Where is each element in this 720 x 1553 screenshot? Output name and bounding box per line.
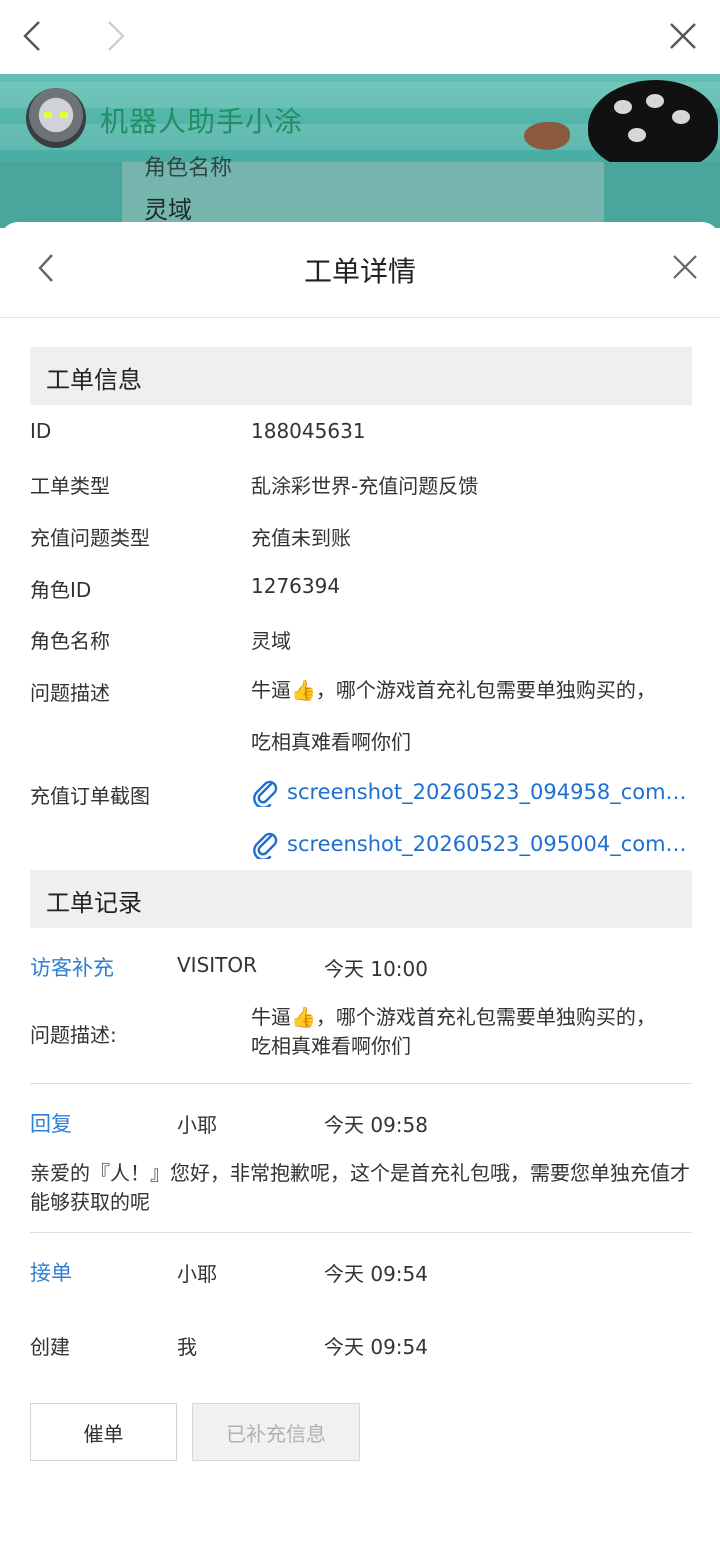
background-page: 角色名称 灵域 — [0, 156, 720, 228]
background-value: 灵域 — [144, 196, 192, 224]
record-author: 小耶 — [177, 1113, 217, 1137]
sheet-header: 工单详情 — [0, 222, 720, 318]
chat-banner: 机器人助手小涂 — [0, 74, 720, 162]
issue-description-label: 问题描述 — [30, 681, 110, 705]
attachment-link-1[interactable]: screenshot_20260523_094958_com.b... — [251, 775, 691, 809]
record-action-accept: 接单 — [30, 1261, 72, 1285]
attachment-name: screenshot_20260523_094958_com.b... — [287, 780, 691, 804]
background-label: 角色名称 — [144, 156, 233, 181]
reply-message: 亲爱的『人！』您好，非常抱歉呢，这个是首充礼包哦，需要您单独充值才能够获取的呢 — [30, 1161, 690, 1214]
attachment-link-2[interactable]: screenshot_20260523_095004_com.b... — [251, 827, 691, 861]
attachment-name: screenshot_20260523_095004_com.b... — [287, 832, 691, 856]
close-icon[interactable] — [665, 18, 701, 54]
record-action-visitor-supplement: 访客补充 — [30, 956, 114, 980]
record-description-label: 问题描述: — [30, 1023, 117, 1047]
recharge-issue-type-label: 充值问题类型 — [30, 526, 150, 550]
divider — [30, 1232, 692, 1233]
record-description-value: 牛逼👍，哪个游戏首充礼包需要单独购买的，吃相真难看啊你们 — [251, 1005, 656, 1058]
role-id-label: 角色ID — [30, 578, 92, 602]
close-icon — [673, 255, 697, 279]
divider — [30, 1083, 692, 1084]
paperclip-icon — [253, 832, 278, 859]
robot-avatar — [26, 88, 86, 148]
recharge-issue-type-value: 充值未到账 — [251, 526, 351, 550]
sheet-title: 工单详情 — [303, 255, 416, 288]
raccoon-mascot-icon — [524, 122, 570, 150]
browser-toolbar — [0, 0, 720, 74]
ticket-type-value: 乱涂彩世界-充值问题反馈 — [251, 474, 479, 498]
role-name-label: 角色名称 — [30, 629, 110, 653]
role-id-value: 1276394 — [251, 574, 341, 598]
record-author: 我 — [177, 1335, 197, 1359]
paperclip-icon — [253, 780, 278, 807]
id-value: 188045631 — [251, 419, 366, 443]
chevron-right-icon[interactable] — [98, 18, 134, 54]
order-screenshot-label: 充值订单截图 — [30, 784, 150, 808]
ticket-info-heading: 工单信息 — [30, 347, 692, 405]
role-name-value: 灵域 — [251, 629, 291, 653]
ticket-type-label: 工单类型 — [30, 474, 110, 498]
info-supplemented-button[interactable]: 已补充信息 — [192, 1403, 360, 1461]
close-button[interactable] — [666, 248, 704, 286]
record-action-reply: 回复 — [30, 1112, 72, 1136]
ticket-records-heading: 工单记录 — [30, 870, 692, 928]
ticket-detail-sheet: 工单详情 工单信息 ID 188045631 工单类型 乱涂彩世界-充值问题反馈… — [0, 222, 720, 1553]
record-time: 今天 09:54 — [324, 1335, 428, 1359]
banner-title: 机器人助手小涂 — [100, 105, 304, 138]
chevron-left-icon[interactable] — [14, 18, 50, 54]
record-action-create: 创建 — [30, 1335, 70, 1359]
urge-button[interactable]: 催单 — [30, 1403, 177, 1461]
record-time: 今天 09:58 — [324, 1113, 428, 1137]
id-label: ID — [30, 419, 52, 443]
record-time: 今天 10:00 — [324, 957, 428, 981]
record-author: 小耶 — [177, 1262, 217, 1286]
record-time: 今天 09:54 — [324, 1262, 428, 1286]
record-author: VISITOR — [177, 953, 258, 977]
issue-description-value: 牛逼👍，哪个游戏首充礼包需要单独购买的，吃相真难看啊你们 — [251, 678, 656, 754]
